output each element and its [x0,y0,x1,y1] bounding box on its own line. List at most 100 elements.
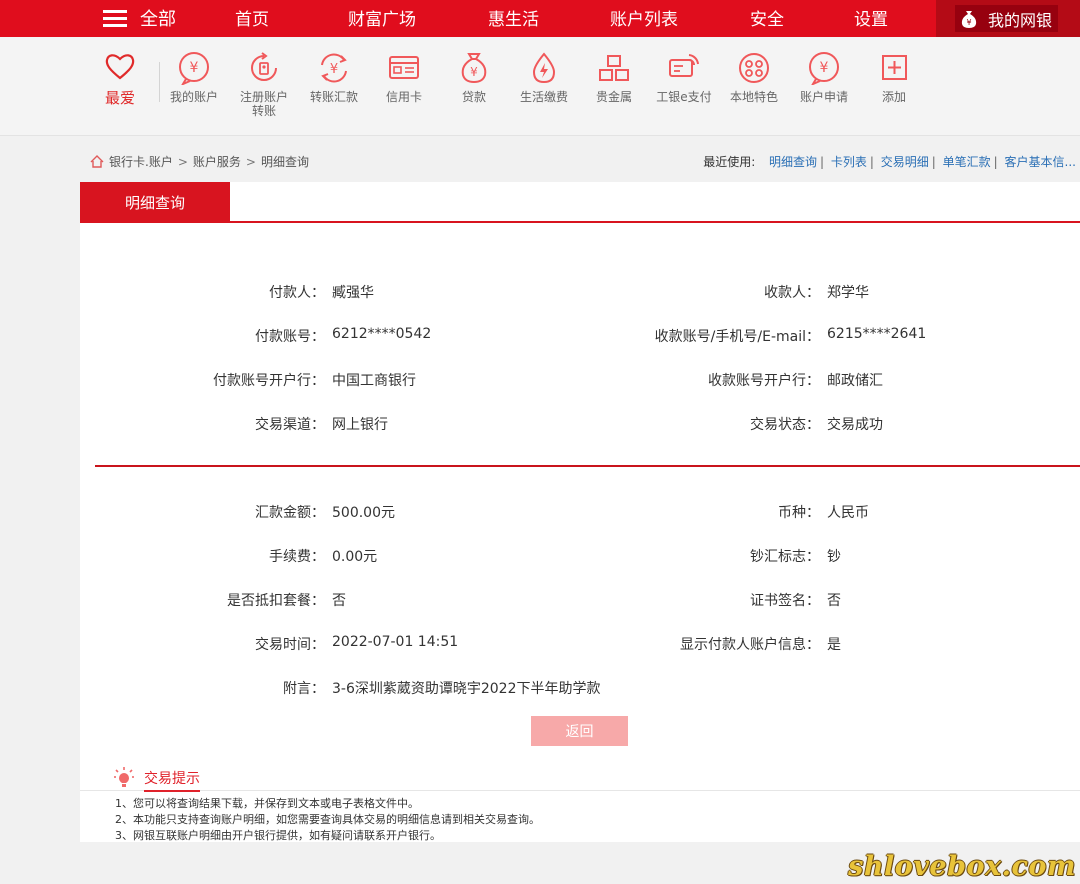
time-label: 交易时间： [255,637,325,653]
hamburger-icon [103,9,127,27]
payer-account-row: 付款账号： [80,326,325,346]
payee-bank-label: 收款账号开户行： [708,373,820,389]
memo-row: 附言： [80,678,325,698]
recent-link[interactable]: 客户基本信... [1005,155,1076,169]
nav-security[interactable]: 安全 [750,5,784,30]
payee-account-value: 6215****2641 [827,326,927,342]
breadcrumb-separator: > [245,154,256,169]
payee-label: 收款人： [764,285,820,301]
shortcut-divider [159,62,160,102]
detail-panel: 明细查询 付款人： 臧强华 付款账号： 6212****0542 付款账号开户行… [80,182,1080,754]
shortcut-credit-card[interactable]: 信用卡 [372,51,436,104]
favorites-label: 最爱 [104,89,135,107]
recent-label: 最近使用: [703,155,756,169]
fee-row: 手续费： [80,546,325,566]
shortcut-label: 我的账户 [169,90,218,104]
shortcut-local-feature[interactable]: 本地特色 [722,51,786,104]
memo-label: 附言： [283,681,325,697]
utility-drop-icon [532,52,556,84]
recent-link[interactable]: 卡列表 [831,155,867,169]
shortcut-my-account[interactable]: ¥ 我的账户 [162,51,226,104]
back-button[interactable]: 返回 [531,716,628,746]
show-payer-row: 显示付款人账户信息： [380,634,820,654]
payer-bank-row: 付款账号开户行： [80,370,325,390]
shortcut-label: 注册账户转账 [239,90,288,118]
shortcut-precious-metal[interactable]: 贵金属 [582,51,646,104]
shortcut-register-transfer[interactable]: 注册账户转账 [232,51,296,118]
payer-bank-label: 付款账号开户行： [213,373,325,389]
svg-text:¥: ¥ [966,18,971,27]
shortcut-loan[interactable]: ¥ 贷款 [442,51,506,104]
amount-label: 汇款金额： [255,505,325,521]
cert-row: 证书签名： [380,590,820,610]
memo-value: 3-6深圳紫葳资助谭晓宇2022下半年助学款 [332,681,601,697]
fee-label: 手续费： [269,549,325,565]
shortcut-label: 信用卡 [385,90,422,104]
shortcut-label: 本地特色 [729,90,778,104]
payer-value: 臧强华 [332,285,374,301]
status-label: 交易状态： [750,417,820,433]
svg-text:¥: ¥ [820,60,829,76]
recent-link[interactable]: 单笔汇款 [943,155,991,169]
nav-account-list[interactable]: 账户列表 [610,5,678,30]
nav-settings[interactable]: 设置 [854,5,888,30]
shortcut-add[interactable]: 添加 [862,51,926,104]
cert-value: 否 [827,593,841,609]
shortcut-label: 生活缴费 [519,90,568,104]
currency-label: 币种： [778,505,820,521]
site-watermark: shlovebox.com [848,851,1076,882]
local-feature-icon [739,53,769,83]
breadcrumb: 银行卡.账户 > 账户服务 > 明细查询 [90,153,309,170]
channel-label: 交易渠道： [255,417,325,433]
all-menu-label: 全部 [140,9,176,30]
my-bank-label: 我的网银 [988,10,1053,30]
shortcut-label: 添加 [881,90,906,104]
tab-bar: 明细查询 [80,182,1080,223]
show-payer-label: 显示付款人账户信息： [680,637,820,653]
show-payer-value: 是 [827,637,841,653]
nav-home[interactable]: 首页 [235,5,269,30]
shortcut-label: 工银e支付 [656,90,712,104]
nav-life[interactable]: 惠生活 [488,5,539,30]
shortcut-bar: 最爱 ¥ 我的账户 注册账户转账 ¥ 转账汇款 信用卡 ¥ 贷款 生活缴费 贵金… [0,37,1080,136]
epay-icon [669,54,699,77]
tip-item: 2、本功能只支持查询账户明细，如您需要查询具体交易的明细信息请到相关交易查询。 [115,813,540,826]
status-row: 交易状态： [380,414,820,434]
breadcrumb-item[interactable]: 银行卡.账户 [109,153,173,170]
cash-flag-row: 钞汇标志： [380,546,820,566]
tab-detail-query[interactable]: 明细查询 [80,182,230,223]
favorites-button[interactable]: 最爱 [100,51,140,108]
shortcut-utility[interactable]: 生活缴费 [512,51,576,104]
my-bank-button[interactable]: ¥ 我的网银 [955,5,1059,32]
lightbulb-icon [114,767,134,787]
currency-value: 人民币 [827,505,869,521]
fee-value: 0.00元 [332,549,378,565]
account-apply-icon: ¥ [809,52,839,85]
recent-link[interactable]: 交易明细 [881,155,929,169]
recent-link[interactable]: 明细查询 [769,155,817,169]
loan-bag-icon: ¥ [461,53,487,84]
home-icon[interactable] [90,155,104,168]
shortcut-transfer[interactable]: ¥ 转账汇款 [302,51,366,104]
amount-row: 汇款金额： [80,502,325,522]
payer-account-label: 付款账号： [255,329,325,345]
shortcut-epay[interactable]: 工银e支付 [652,51,716,104]
payee-account-label: 收款账号/手机号/E-mail： [654,329,820,345]
yuan-coin-icon: ¥ [179,52,209,85]
heart-icon [105,54,135,80]
payee-account-row: 收款账号/手机号/E-mail： [380,326,820,346]
channel-row: 交易渠道： [80,414,325,434]
shortcut-label: 账户申请 [799,90,848,104]
status-value: 交易成功 [827,417,883,433]
payee-row: 收款人： [380,282,820,302]
breadcrumb-item[interactable]: 账户服务 [193,153,241,170]
all-menu-button[interactable]: 全部 [103,6,176,30]
package-value: 否 [332,593,346,609]
payer-label: 付款人： [269,285,325,301]
nav-wealth[interactable]: 财富广场 [348,5,416,30]
payee-bank-value: 邮政储汇 [827,373,883,389]
package-row: 是否抵扣套餐： [80,590,325,610]
shortcut-account-apply[interactable]: ¥ 账户申请 [792,51,856,104]
payer-row: 付款人： [80,282,325,302]
section-divider [95,465,1080,467]
